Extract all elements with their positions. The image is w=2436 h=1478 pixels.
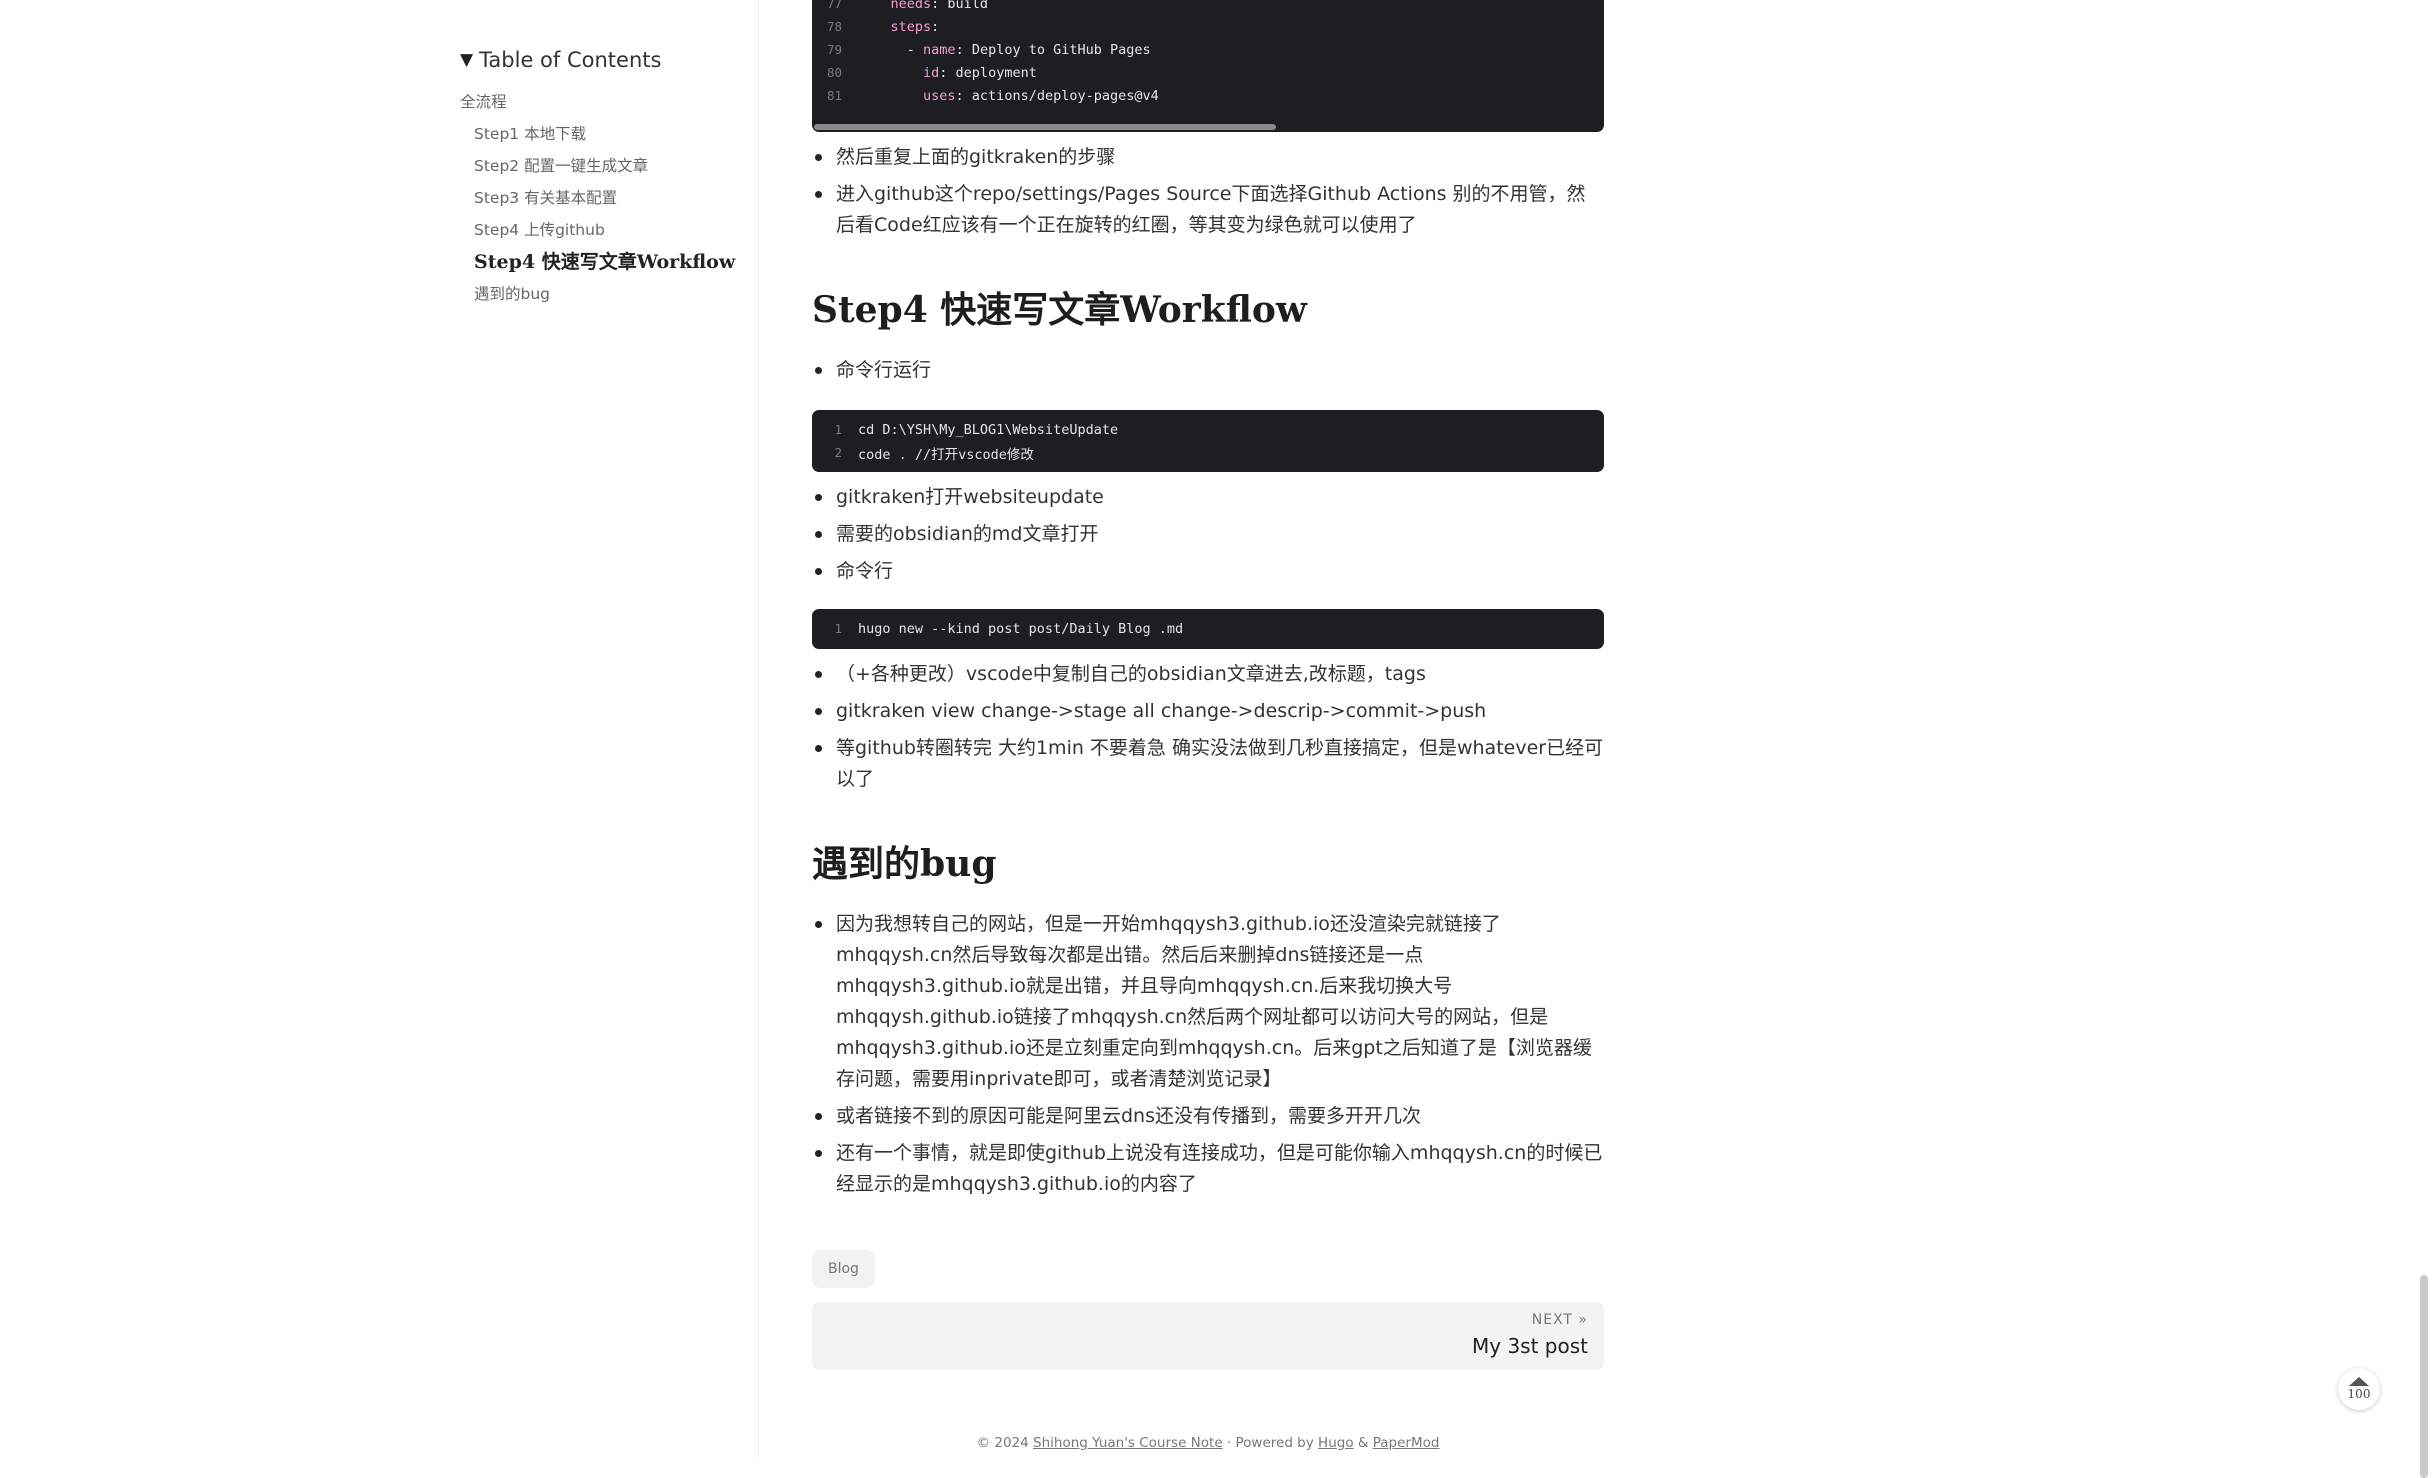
list-item: （+各种更改）vscode中复制自己的obsidian文章进去,改标题，tags — [812, 659, 1604, 690]
scroll-progress: 100 — [2347, 1387, 2371, 1401]
next-post-link[interactable]: NEXT » My 3st post — [812, 1302, 1604, 1370]
code-text: cd D:\YSH\My_BLOG1\WebsiteUpdate — [858, 421, 1119, 438]
code-line: 2 code . //打开vscode修改 — [812, 441, 1604, 464]
list-item: 需要的obsidian的md文章打开 — [812, 519, 1604, 550]
code-block-hugo: 1 hugo new --kind post post/Daily Blog .… — [812, 609, 1604, 649]
toc-list: 全流程 Step1 本地下载 Step2 配置一键生成文章 Step3 有关基本… — [460, 86, 760, 310]
list-item: gitkraken打开websiteupdate — [812, 482, 1604, 513]
code-line: 1 hugo new --kind post post/Daily Blog .… — [812, 617, 1604, 640]
line-number: 77 — [826, 0, 842, 11]
site-link[interactable]: Shihong Yuan's Course Note — [1033, 1435, 1223, 1451]
bullet-list-bugs: 因为我想转自己的网站，但是一开始mhqqysh3.github.io还没渲染完就… — [812, 909, 1604, 1200]
back-to-top-button[interactable]: 100 — [2338, 1368, 2380, 1410]
code-line: 78 steps: — [812, 15, 1604, 38]
hugo-link[interactable]: Hugo — [1318, 1435, 1354, 1451]
copyright-text: © 2024 — [976, 1435, 1034, 1451]
list-item: 进入github这个repo/settings/Pages Source下面选择… — [812, 179, 1604, 241]
list-item: 或者链接不到的原因可能是阿里云dns还没有传播到，需要多开开几次 — [812, 1101, 1604, 1132]
list-item: 等github转圈转完 大约1min 不要着急 确实没法做到几秒直接搞定，但是w… — [812, 733, 1604, 795]
code-horizontal-scrollbar[interactable] — [814, 124, 1276, 130]
toc-item-step2[interactable]: Step2 配置一键生成文章 — [460, 150, 760, 182]
code-text: - name: Deploy to GitHub Pages — [906, 41, 1151, 58]
post-tags: Blog — [812, 1250, 1604, 1288]
papermod-link[interactable]: PaperMod — [1373, 1435, 1440, 1451]
bullet-list-deploy: 然后重复上面的gitkraken的步骤 进入github这个repo/setti… — [812, 142, 1604, 241]
toc-item-step3[interactable]: Step3 有关基本配置 — [460, 182, 760, 214]
code-line: 80 id: deployment — [812, 61, 1604, 84]
code-text: hugo new --kind post post/Daily Blog .md — [858, 620, 1184, 637]
table-of-contents: ▼ Table of Contents 全流程 Step1 本地下载 Step2… — [460, 48, 760, 310]
code-text: uses: actions/deploy-pages@v4 — [923, 87, 1159, 104]
code-text: steps: — [890, 18, 940, 35]
ampersand-text: & — [1353, 1435, 1373, 1451]
line-number: 79 — [826, 42, 842, 57]
toc-item-step1[interactable]: Step1 本地下载 — [460, 118, 760, 150]
list-item: 然后重复上面的gitkraken的步骤 — [812, 142, 1604, 173]
line-number: 1 — [834, 422, 842, 437]
bullet-list-cmd: 命令行运行 — [812, 355, 1604, 386]
powered-by-text: · Powered by — [1222, 1435, 1319, 1451]
toc-item-bugs[interactable]: 遇到的bug — [460, 278, 760, 310]
code-block-workflow-yaml: 77 needs: build 78 steps: 79 - name: Dep… — [812, 0, 1604, 132]
bullet-list-steps: （+各种更改）vscode中复制自己的obsidian文章进去,改标题，tags… — [812, 659, 1604, 795]
page-footer: © 2024 Shihong Yuan's Course Note · Powe… — [812, 1435, 1604, 1451]
heading-bugs: 遇到的bug — [812, 843, 997, 885]
line-number: 81 — [826, 88, 842, 103]
arrow-up-icon — [2349, 1377, 2369, 1386]
list-item: 命令行 — [812, 556, 1604, 587]
list-item: gitkraken view change->stage all change-… — [812, 696, 1604, 727]
line-number: 80 — [826, 65, 842, 80]
toc-item-full-process[interactable]: 全流程 — [460, 86, 760, 118]
list-item: 命令行运行 — [812, 355, 1604, 386]
list-item: 还有一个事情，就是即使github上说没有连接成功，但是可能你输入mhqqysh… — [812, 1138, 1604, 1200]
next-label: NEXT » — [1531, 1312, 1588, 1328]
list-item: 因为我想转自己的网站，但是一开始mhqqysh3.github.io还没渲染完就… — [812, 909, 1604, 1095]
code-line: 77 needs: build — [812, 0, 1604, 15]
code-line: 79 - name: Deploy to GitHub Pages — [812, 38, 1604, 61]
page-scrollbar[interactable] — [2420, 1275, 2428, 1478]
code-text: needs: build — [890, 0, 989, 12]
triangle-down-icon: ▼ — [460, 50, 474, 70]
line-number: 1 — [834, 621, 842, 636]
bullet-list-open: gitkraken打开websiteupdate 需要的obsidian的md文… — [812, 482, 1604, 587]
code-block-cd: 1 cd D:\YSH\My_BLOG1\WebsiteUpdate 2 cod… — [812, 410, 1604, 472]
toc-item-step4-upload[interactable]: Step4 上传github — [460, 214, 760, 246]
tag-blog[interactable]: Blog — [812, 1250, 875, 1288]
line-number: 78 — [826, 19, 842, 34]
toc-toggle[interactable]: ▼ Table of Contents — [460, 48, 760, 72]
line-number: 2 — [834, 445, 842, 460]
code-text: code . //打开vscode修改 — [858, 446, 1034, 463]
toc-title: Table of Contents — [479, 48, 662, 72]
next-post-title: My 3st post — [1472, 1334, 1588, 1358]
code-line: 81 uses: actions/deploy-pages@v4 — [812, 84, 1604, 107]
code-line: 1 cd D:\YSH\My_BLOG1\WebsiteUpdate — [812, 418, 1604, 441]
toc-item-step4-workflow[interactable]: Step4 快速写文章Workflow — [460, 246, 760, 278]
heading-workflow: Step4 快速写文章Workflow — [812, 289, 1307, 331]
sidebar-divider — [758, 0, 759, 1460]
article-content: 77 needs: build 78 steps: 79 - name: Dep… — [812, 0, 1604, 1370]
code-text: id: deployment — [923, 64, 1037, 81]
